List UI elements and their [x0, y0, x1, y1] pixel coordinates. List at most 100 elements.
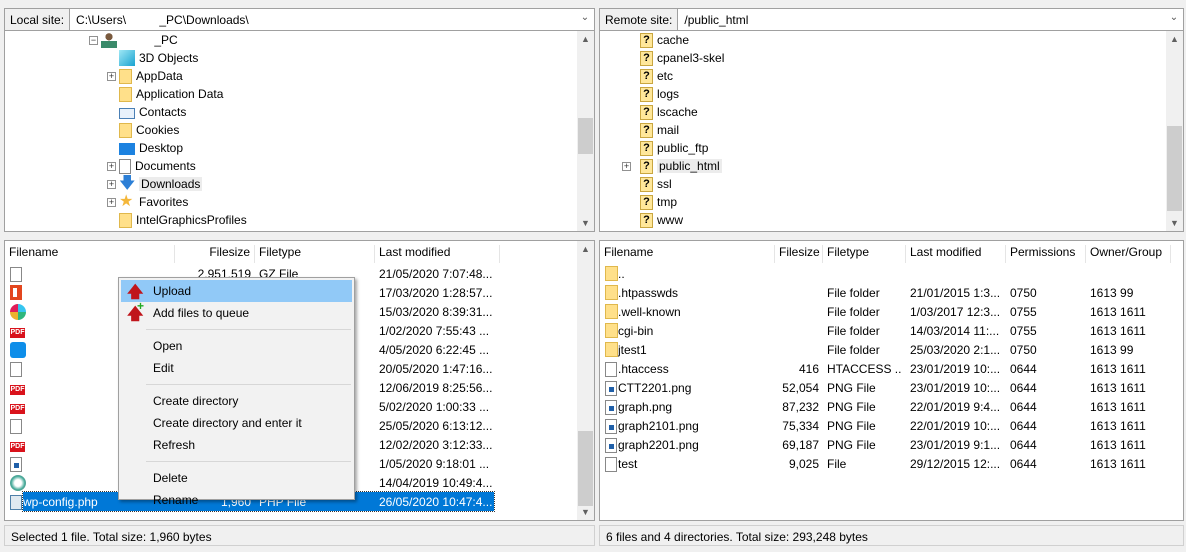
file-row[interactable]: cgi-bin File folder 14/03/2014 11:... 0755 1…	[600, 321, 1166, 340]
file-row[interactable]: .htaccess 416 HTACCESS ... 23/01/2019 10:..…	[600, 359, 1166, 378]
menu-item-refresh[interactable]: Refresh	[121, 434, 352, 456]
png-icon	[605, 419, 617, 434]
tree-item-appdata[interactable]: AppData	[119, 67, 183, 85]
chevron-down-icon[interactable]: ⌄	[576, 9, 594, 30]
tree-item-contacts[interactable]: Contacts	[119, 103, 186, 121]
menu-item-add-files-to-queue[interactable]: 🡅 + Add files to queue	[121, 299, 352, 324]
remote-path-input[interactable]: /public_html	[678, 9, 1165, 30]
cell-owner: 1613 1611	[1090, 381, 1146, 395]
teamviewer-icon	[10, 342, 26, 358]
file-icon	[10, 267, 22, 282]
tree-item-application-data[interactable]: Application Data	[119, 85, 223, 103]
column-header-filename[interactable]: Filename	[600, 245, 775, 263]
chevron-down-icon[interactable]: ⌄	[1165, 9, 1183, 30]
tree-item-ssl[interactable]: ? ssl	[640, 175, 672, 193]
menu-item-open[interactable]: Open	[121, 335, 352, 357]
tree-item-logs[interactable]: ? logs	[640, 85, 679, 103]
cell-name: CTT2201.png	[618, 381, 692, 395]
r-tree-item-label: www	[657, 213, 683, 227]
menu-item-label: Open	[153, 339, 183, 353]
menu-item-label: Edit	[153, 361, 174, 375]
expand-toggle[interactable]: +	[107, 162, 116, 171]
pdf-icon: PDF	[10, 442, 25, 452]
file-row[interactable]: graph2201.png 69,187 PNG File 23/01/2019 9:…	[600, 435, 1166, 454]
menu-item-create-directory[interactable]: Create directory	[121, 390, 352, 412]
menu-item-rename[interactable]: Rename	[121, 489, 352, 511]
file-row[interactable]: graph2101.png 75,334 PNG File 22/01/2019 10…	[600, 416, 1166, 435]
cell-size: 75,334	[782, 419, 819, 433]
tree-item-desktop[interactable]: Desktop	[119, 139, 183, 157]
tree-item-3d-objects[interactable]: 3D Objects	[119, 49, 198, 67]
menu-item-create-directory-and-enter-it[interactable]: Create directory and enter it	[121, 412, 352, 434]
cell-size: 416	[798, 362, 819, 376]
cell-owner: 1613 1611	[1090, 438, 1146, 452]
tree-item-intelgraphicsprofiles[interactable]: IntelGraphicsProfiles	[119, 211, 247, 229]
desktop-icon	[119, 143, 135, 155]
file-row[interactable]: CTT2201.png 52,054 PNG File 23/01/2019 10:.…	[600, 378, 1166, 397]
remote-site-bar: Remote site: /public_html ⌄	[599, 8, 1184, 31]
remote-file-list: Filename Filesize Filetype Last modified Per…	[599, 240, 1184, 521]
file-row[interactable]: .well-known File folder 1/03/2017 12:3... 0…	[600, 302, 1166, 321]
file-row[interactable]: ..	[600, 264, 1166, 283]
tree-item-downloads[interactable]: 🡇 Downloads	[119, 175, 203, 193]
r-tree-item-label: cpanel3-skel	[657, 51, 725, 65]
cell-perm: 0644	[1010, 457, 1037, 471]
collapse-toggle[interactable]: −	[89, 36, 98, 45]
menu-item-edit[interactable]: Edit	[121, 357, 352, 379]
local-tree-scrollbar[interactable]: ▲ ▼	[577, 31, 594, 231]
question-folder-icon: ?	[640, 158, 653, 174]
expand-toggle[interactable]: +	[622, 162, 631, 171]
cell-modified: 1/03/2017 12:3...	[910, 305, 1001, 319]
tree-item-cpanel3-skel[interactable]: ? cpanel3-skel	[640, 49, 724, 67]
cell-modified: 29/12/2015 12:...	[910, 457, 1001, 471]
file-row[interactable]: .htpasswds File folder 21/01/2015 1:3... 07…	[600, 283, 1166, 302]
menu-item-delete[interactable]: Delete	[121, 467, 352, 489]
column-header-permissions[interactable]: Permissions	[1006, 245, 1086, 263]
tree-item-public-html[interactable]: ? public_html	[640, 157, 722, 175]
column-header-last-modified[interactable]: Last modified	[906, 245, 1006, 263]
cell-perm: 0644	[1010, 438, 1037, 452]
r-tree-item-label: public_html	[657, 159, 722, 173]
column-header-filetype[interactable]: Filetype	[823, 245, 906, 263]
expand-toggle[interactable]: +	[107, 198, 116, 207]
tree-item-favorites[interactable]: ★ Favorites	[119, 193, 188, 211]
tree-item-cache[interactable]: ? cache	[640, 31, 689, 49]
column-header-filesize[interactable]: Filesize	[775, 245, 823, 263]
question-folder-icon: ?	[640, 194, 653, 210]
cell-modified: 12/02/2020 3:12:33...	[379, 438, 493, 452]
cell-type: File folder	[827, 343, 880, 357]
tree-item-mail[interactable]: ? mail	[640, 121, 679, 139]
column-header-owner-group[interactable]: Owner/Group	[1086, 245, 1171, 263]
cell-name: graph.png	[618, 400, 673, 414]
local-list-scrollbar[interactable]: ▲ ▼	[577, 241, 594, 520]
tree-item-www[interactable]: ? www	[640, 211, 683, 229]
column-header-filename[interactable]: Filename	[5, 245, 175, 263]
column-header-filesize[interactable]: Filesize	[175, 245, 255, 263]
menu-item-upload[interactable]: 🡅 Upload	[121, 280, 352, 302]
expand-toggle[interactable]: +	[107, 72, 116, 81]
contacts-icon	[119, 108, 135, 119]
tree-item--pc[interactable]: _PC	[101, 31, 178, 49]
tree-item-cookies[interactable]: Cookies	[119, 121, 179, 139]
menu-item-label: Create directory and enter it	[153, 416, 302, 430]
cell-type: File	[827, 457, 847, 471]
tree-item-tmp[interactable]: ? tmp	[640, 193, 677, 211]
remote-site-label: Remote site:	[600, 9, 679, 30]
local-path-input[interactable]: C:\Users\ _PC\Downloads\	[70, 9, 576, 30]
cell-modified: 17/03/2020 1:28:57...	[379, 286, 493, 300]
column-header-filetype[interactable]: Filetype	[255, 245, 375, 263]
column-header-last-modified[interactable]: Last modified	[375, 245, 500, 263]
file-row[interactable]: test 9,025 File 29/12/2015 12:... 0644 1613 1…	[600, 454, 1166, 473]
file-row[interactable]: graph.png 87,232 PNG File 22/01/2019 9:4...…	[600, 397, 1166, 416]
file-row[interactable]: jtest1 File folder 25/03/2020 2:1... 0750 16…	[600, 340, 1166, 359]
tree-item-etc[interactable]: ? etc	[640, 67, 673, 85]
tree-item-public-ftp[interactable]: ? public_ftp	[640, 139, 708, 157]
cell-name: .htpasswds	[618, 286, 679, 300]
tree-item-lscache[interactable]: ? lscache	[640, 103, 698, 121]
cell-owner: 1613 1611	[1090, 305, 1146, 319]
png-icon	[605, 400, 617, 415]
remote-tree-scrollbar[interactable]: ▲ ▼	[1166, 31, 1183, 231]
tree-item-documents[interactable]: Documents	[119, 157, 196, 175]
r-tree-item-label: lscache	[657, 105, 698, 119]
expand-toggle[interactable]: +	[107, 180, 116, 189]
